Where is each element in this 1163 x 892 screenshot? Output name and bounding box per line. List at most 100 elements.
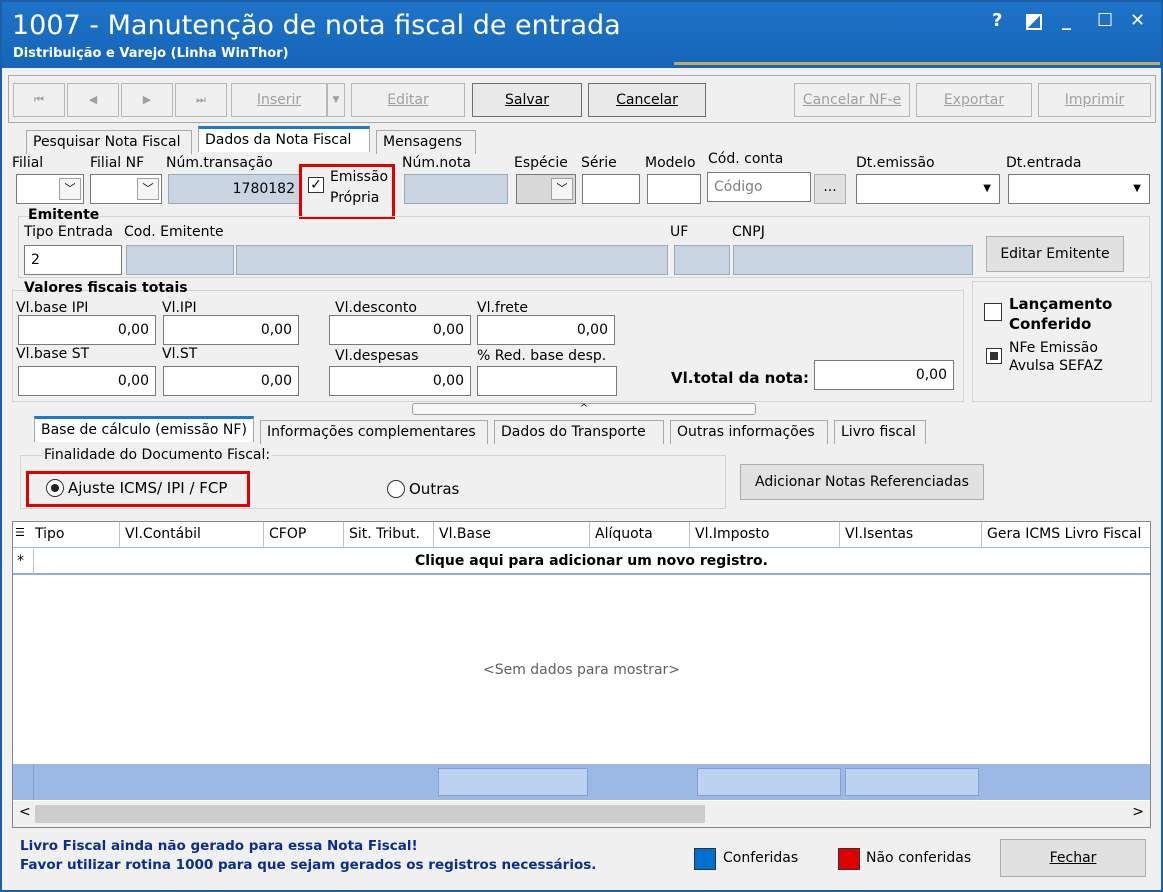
cnpj-field[interactable] (733, 245, 973, 275)
last-record-button[interactable]: ⏭ (175, 83, 227, 117)
column-chooser-icon[interactable]: ☰ (15, 526, 25, 539)
tab-dados[interactable]: Dados da Nota Fiscal (198, 126, 370, 152)
summary-vl-imposto (697, 768, 841, 796)
col-vl-isentas[interactable]: Vl.Isentas (845, 526, 913, 542)
cod-emitente-field[interactable] (126, 245, 234, 275)
prev-record-button[interactable]: ◀ (67, 83, 119, 117)
ajuste-radio[interactable] (46, 479, 64, 497)
vl-despesas-label: Vl.despesas (335, 348, 419, 364)
ajuste-label: Ajuste ICMS/ IPI / FCP (68, 479, 228, 497)
col-cfop[interactable]: CFOP (269, 526, 306, 542)
col-separator (981, 522, 982, 548)
toolbar: ⏮ ◀ ▶ ⏭ Inserir ▼ Editar Salvar Cancelar… (8, 75, 1156, 123)
cnpj-label: CNPJ (732, 224, 765, 240)
num-nota-label: Núm.nota (402, 155, 471, 171)
especie-select[interactable]: ﹀ (516, 174, 576, 204)
lancamento-label-2: Conferido (1009, 315, 1092, 333)
dt-emissao-field[interactable]: ▼ (856, 174, 1000, 204)
red-base-field[interactable] (477, 366, 617, 396)
filial-nf-select[interactable]: ﹀ (90, 174, 162, 204)
close-icon[interactable]: ✕ (1130, 10, 1145, 31)
outras-radio[interactable] (387, 480, 405, 498)
conferidas-legend-label: Conferidas (723, 850, 799, 866)
print-button[interactable]: Imprimir (1038, 83, 1151, 117)
cod-conta-field[interactable]: Código (707, 172, 811, 202)
insert-button[interactable]: Inserir (231, 83, 327, 117)
subtab-outras-info[interactable]: Outras informações (670, 420, 828, 444)
scroll-right-icon[interactable]: > (1132, 804, 1144, 820)
subtab-dados-transporte[interactable]: Dados do Transporte (494, 420, 664, 444)
title-accent-line (674, 62, 1160, 65)
edit-emitente-button[interactable]: Editar Emitente (986, 236, 1124, 272)
emissao-propria-checkbox[interactable]: ✓ (308, 177, 324, 193)
horizontal-scrollbar[interactable]: < > (13, 801, 1150, 827)
export-button[interactable]: Exportar (916, 83, 1032, 117)
col-aliquota[interactable]: Alíquota (595, 526, 653, 542)
dt-entrada-field[interactable]: ▼ (1008, 174, 1150, 204)
vl-frete-field[interactable]: 0,00 (477, 315, 615, 345)
col-vl-imposto[interactable]: Vl.Imposto (695, 526, 769, 542)
outras-label: Outras (409, 480, 460, 498)
emissao-propria-label-2: Própria (330, 190, 380, 206)
filial-select[interactable]: ﹀ (16, 174, 84, 204)
filial-nf-label: Filial NF (90, 155, 145, 171)
close-button[interactable]: Fechar (1000, 839, 1146, 877)
valores-title: Valores fiscais totais (24, 280, 188, 296)
vl-base-st-field[interactable]: 0,00 (18, 366, 156, 396)
help-icon[interactable]: ? (992, 10, 1002, 31)
subtab-info-complementares[interactable]: Informações complementares (260, 420, 488, 444)
modelo-field[interactable] (647, 174, 701, 204)
vl-ipi-field[interactable]: 0,00 (163, 315, 299, 345)
emitente-name-field[interactable] (236, 245, 668, 275)
col-tipo[interactable]: Tipo (35, 526, 64, 542)
cod-conta-lookup-button[interactable]: ... (814, 174, 846, 204)
serie-field[interactable] (582, 174, 640, 204)
tab-mensagens[interactable]: Mensagens (376, 130, 476, 154)
tipo-entrada-field[interactable]: 2 (24, 245, 122, 275)
footer-message-1: Livro Fiscal ainda não gerado para essa … (20, 838, 418, 854)
col-gera-icms[interactable]: Gera ICMS Livro Fiscal (987, 526, 1141, 542)
vl-total-field[interactable]: 0,00 (814, 360, 954, 390)
add-notas-referenciadas-button[interactable]: Adicionar Notas Referenciadas (740, 464, 984, 500)
scroll-left-icon[interactable]: < (19, 804, 31, 820)
summary-vl-isentas (845, 768, 979, 796)
uf-field[interactable] (674, 245, 730, 275)
col-separator (689, 522, 690, 548)
collapse-splitter[interactable]: ^ (412, 403, 756, 415)
num-transacao-field[interactable]: 1780182 (168, 174, 302, 204)
title-bar: 1007 - Manutenção de nota fiscal de entr… (2, 2, 1161, 68)
save-label: Salvar (505, 92, 549, 108)
vl-despesas-field[interactable]: 0,00 (329, 366, 471, 396)
vl-desconto-field[interactable]: 0,00 (329, 315, 471, 345)
filial-label: Filial (12, 155, 44, 171)
tab-pesquisar[interactable]: Pesquisar Nota Fiscal (26, 130, 192, 154)
conferidas-legend-swatch (694, 848, 716, 870)
finalidade-title: Finalidade do Documento Fiscal: (42, 447, 273, 463)
num-nota-field[interactable] (404, 174, 508, 204)
nfe-avulsa-checkbox[interactable] (986, 348, 1002, 364)
cancel-nfe-button[interactable]: Cancelar NF-e (794, 83, 910, 117)
first-record-button[interactable]: ⏮ (13, 83, 65, 117)
cancel-button[interactable]: Cancelar (588, 83, 706, 117)
col-sit-tribut[interactable]: Sit. Tribut. (349, 526, 420, 542)
close-label: Fechar (1049, 850, 1097, 866)
save-button[interactable]: Salvar (472, 83, 582, 117)
maximize-icon[interactable]: ☐ (1097, 10, 1113, 31)
insert-dropdown-icon[interactable]: ▼ (327, 83, 345, 117)
subtab-livro-fiscal[interactable]: Livro fiscal (834, 420, 926, 444)
scroll-thumb[interactable] (35, 805, 705, 823)
col-vl-base[interactable]: Vl.Base (439, 526, 491, 542)
insert-label: Inserir (256, 92, 302, 108)
restore-icon[interactable] (1026, 14, 1042, 30)
vl-base-ipi-field[interactable]: 0,00 (18, 315, 156, 345)
next-record-button[interactable]: ▶ (121, 83, 173, 117)
subtab-base-calculo[interactable]: Base de cálculo (emissão NF) (34, 416, 254, 442)
nfe-avulsa-label-1: NFe Emissão (1009, 340, 1098, 356)
new-row[interactable]: * Clique aqui para adicionar um novo reg… (13, 549, 1150, 575)
edit-button[interactable]: Editar (351, 83, 465, 117)
lancamento-checkbox[interactable] (984, 303, 1002, 321)
lancamento-label-1: Lançamento (1009, 295, 1113, 313)
vl-st-field[interactable]: 0,00 (163, 366, 299, 396)
minimize-icon[interactable]: _ (1062, 10, 1071, 31)
col-vl-contabil[interactable]: Vl.Contábil (125, 526, 201, 542)
